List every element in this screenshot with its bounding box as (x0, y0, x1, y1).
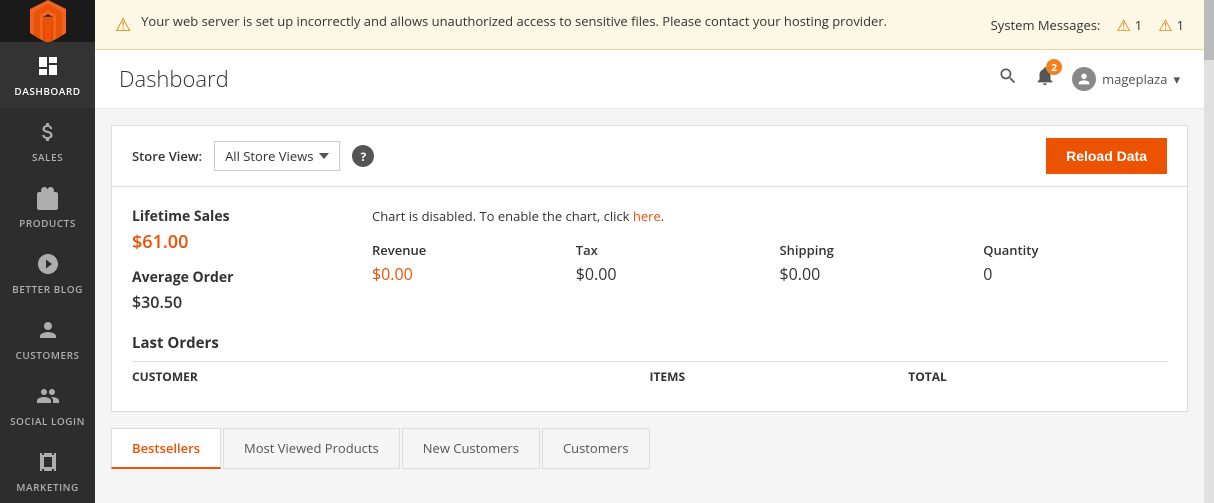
stat-shipping-label: Shipping (780, 241, 964, 259)
user-menu[interactable]: mageplaza ▾ (1072, 67, 1180, 91)
sidebar-item-products[interactable]: PRODUCTS (0, 174, 95, 240)
search-icon (998, 66, 1018, 86)
tab-most-viewed-products[interactable]: Most Viewed Products (223, 428, 400, 469)
products-icon (34, 184, 62, 212)
user-dropdown-arrow: ▾ (1173, 70, 1180, 88)
sidebar-item-marketing[interactable]: MARKETING (0, 438, 95, 503)
social-login-icon (34, 382, 62, 410)
stats-grid: Revenue $0.00 Tax $0.00 Shipping $0.00 (372, 241, 1167, 285)
sidebar-item-label-better-blog: BETTER BLOG (12, 282, 83, 296)
tab-new-customers[interactable]: New Customers (402, 428, 540, 469)
system-msg-badge-2[interactable]: ⚠ 1 (1158, 14, 1184, 36)
stat-quantity: Quantity 0 (983, 241, 1167, 285)
metrics-panel: Lifetime Sales $61.00 Average Order $30.… (132, 207, 332, 313)
sidebar-item-customers[interactable]: CUSTOMERS (0, 306, 95, 372)
dropdown-arrow-icon (319, 153, 329, 159)
magento-logo-icon (27, 0, 69, 42)
warning-banner: ⚠ Your web server is set up incorrectly … (95, 0, 1204, 50)
col-header-total: Total (908, 368, 1167, 385)
lifetime-sales-value: $61.00 (132, 230, 332, 254)
page-title: Dashboard (119, 64, 229, 94)
sales-icon (34, 118, 62, 146)
customers-icon (34, 316, 62, 344)
system-msg-badge-1[interactable]: ⚠ 1 (1116, 14, 1142, 36)
sidebar-item-label-marketing: MARKETING (16, 480, 78, 494)
badge-count-1: 1 (1135, 16, 1142, 34)
sidebar-item-dashboard[interactable]: DASHBOARD (0, 42, 95, 108)
warning-left: ⚠ Your web server is set up incorrectly … (115, 12, 971, 37)
col-header-items: Items (650, 368, 909, 385)
dashboard-main-panel: Lifetime Sales $61.00 Average Order $30.… (111, 187, 1188, 412)
sidebar-logo (0, 0, 95, 42)
orders-table-header: Customer Items Total (132, 361, 1167, 391)
sidebar-item-label-customers: CUSTOMERS (16, 348, 80, 362)
chart-area: Chart is disabled. To enable the chart, … (372, 207, 1167, 313)
sidebar-item-social-login[interactable]: SOCIAL LOGIN (0, 372, 95, 438)
page-scrollbar[interactable] (1204, 0, 1214, 503)
user-avatar-icon (1072, 67, 1096, 91)
stat-quantity-value: 0 (983, 263, 1167, 285)
stat-quantity-label: Quantity (983, 241, 1167, 259)
tabs-container: Bestsellers Most Viewed Products New Cus… (111, 428, 1188, 469)
notifications-button[interactable]: 2 (1034, 65, 1056, 93)
username-label: mageplaza (1102, 70, 1167, 88)
last-orders-title: Last Orders (132, 333, 1167, 353)
sidebar-item-label-social-login: SOCIAL LOGIN (10, 414, 85, 428)
last-orders-section: Last Orders Customer Items Total (132, 333, 1167, 391)
sidebar-item-sales[interactable]: SALES (0, 108, 95, 174)
marketing-icon (34, 448, 62, 476)
stat-tax: Tax $0.00 (576, 241, 760, 285)
stat-shipping-value: $0.00 (780, 263, 964, 285)
store-view-label: Store View: (132, 147, 202, 165)
notification-count-badge: 2 (1046, 59, 1062, 75)
sidebar-item-label-products: PRODUCTS (19, 216, 76, 230)
store-view-dropdown[interactable]: All Store Views (214, 141, 340, 171)
header-actions: 2 mageplaza ▾ (998, 65, 1180, 93)
lifetime-sales-label: Lifetime Sales (132, 207, 332, 226)
top-header: Dashboard 2 mageplaza ▾ (95, 50, 1204, 109)
stat-revenue-label: Revenue (372, 241, 556, 259)
col-header-customer: Customer (132, 368, 650, 385)
badge-count-2: 1 (1177, 16, 1184, 34)
sidebar: DASHBOARD SALES PRODUCTS BETTER BLOG CUS… (0, 0, 95, 503)
chart-enable-link[interactable]: here (633, 207, 661, 225)
chart-disabled-message: Chart is disabled. To enable the chart, … (372, 207, 1167, 225)
store-view-left: Store View: All Store Views ? (132, 141, 374, 171)
content-area: Store View: All Store Views ? Reload Dat… (95, 109, 1204, 503)
avg-order-value: $30.50 (132, 291, 332, 313)
search-button[interactable] (998, 66, 1018, 92)
blog-icon (34, 250, 62, 278)
system-messages-area: System Messages: ⚠ 1 ⚠ 1 (991, 14, 1184, 36)
reload-data-button[interactable]: Reload Data (1046, 138, 1167, 174)
warning-badge-icon-2: ⚠ (1158, 14, 1172, 36)
sidebar-item-better-blog[interactable]: BETTER BLOG (0, 240, 95, 306)
store-view-selected: All Store Views (225, 147, 313, 165)
main-content-area: ⚠ Your web server is set up incorrectly … (95, 0, 1204, 503)
warning-triangle-icon: ⚠ (115, 13, 131, 37)
stat-shipping: Shipping $0.00 (780, 241, 964, 285)
tabs-section: Bestsellers Most Viewed Products New Cus… (111, 428, 1188, 469)
warning-text: Your web server is set up incorrectly an… (141, 12, 887, 32)
system-messages-label: System Messages: (991, 16, 1101, 34)
warning-badge-icon-1: ⚠ (1116, 14, 1130, 36)
stat-tax-label: Tax (576, 241, 760, 259)
scrollbar-thumb[interactable] (1204, 0, 1214, 60)
tab-bestsellers[interactable]: Bestsellers (111, 428, 221, 469)
dashboard-icon (34, 52, 62, 80)
stat-tax-value: $0.00 (576, 263, 760, 285)
stat-revenue-value: $0.00 (372, 263, 556, 285)
avg-order-label: Average Order (132, 268, 332, 287)
stat-revenue: Revenue $0.00 (372, 241, 556, 285)
tab-customers[interactable]: Customers (542, 428, 650, 469)
sidebar-item-label-sales: SALES (32, 150, 63, 164)
sidebar-item-label-dashboard: DASHBOARD (14, 84, 80, 98)
store-view-bar: Store View: All Store Views ? Reload Dat… (111, 125, 1188, 187)
help-icon[interactable]: ? (352, 145, 374, 167)
